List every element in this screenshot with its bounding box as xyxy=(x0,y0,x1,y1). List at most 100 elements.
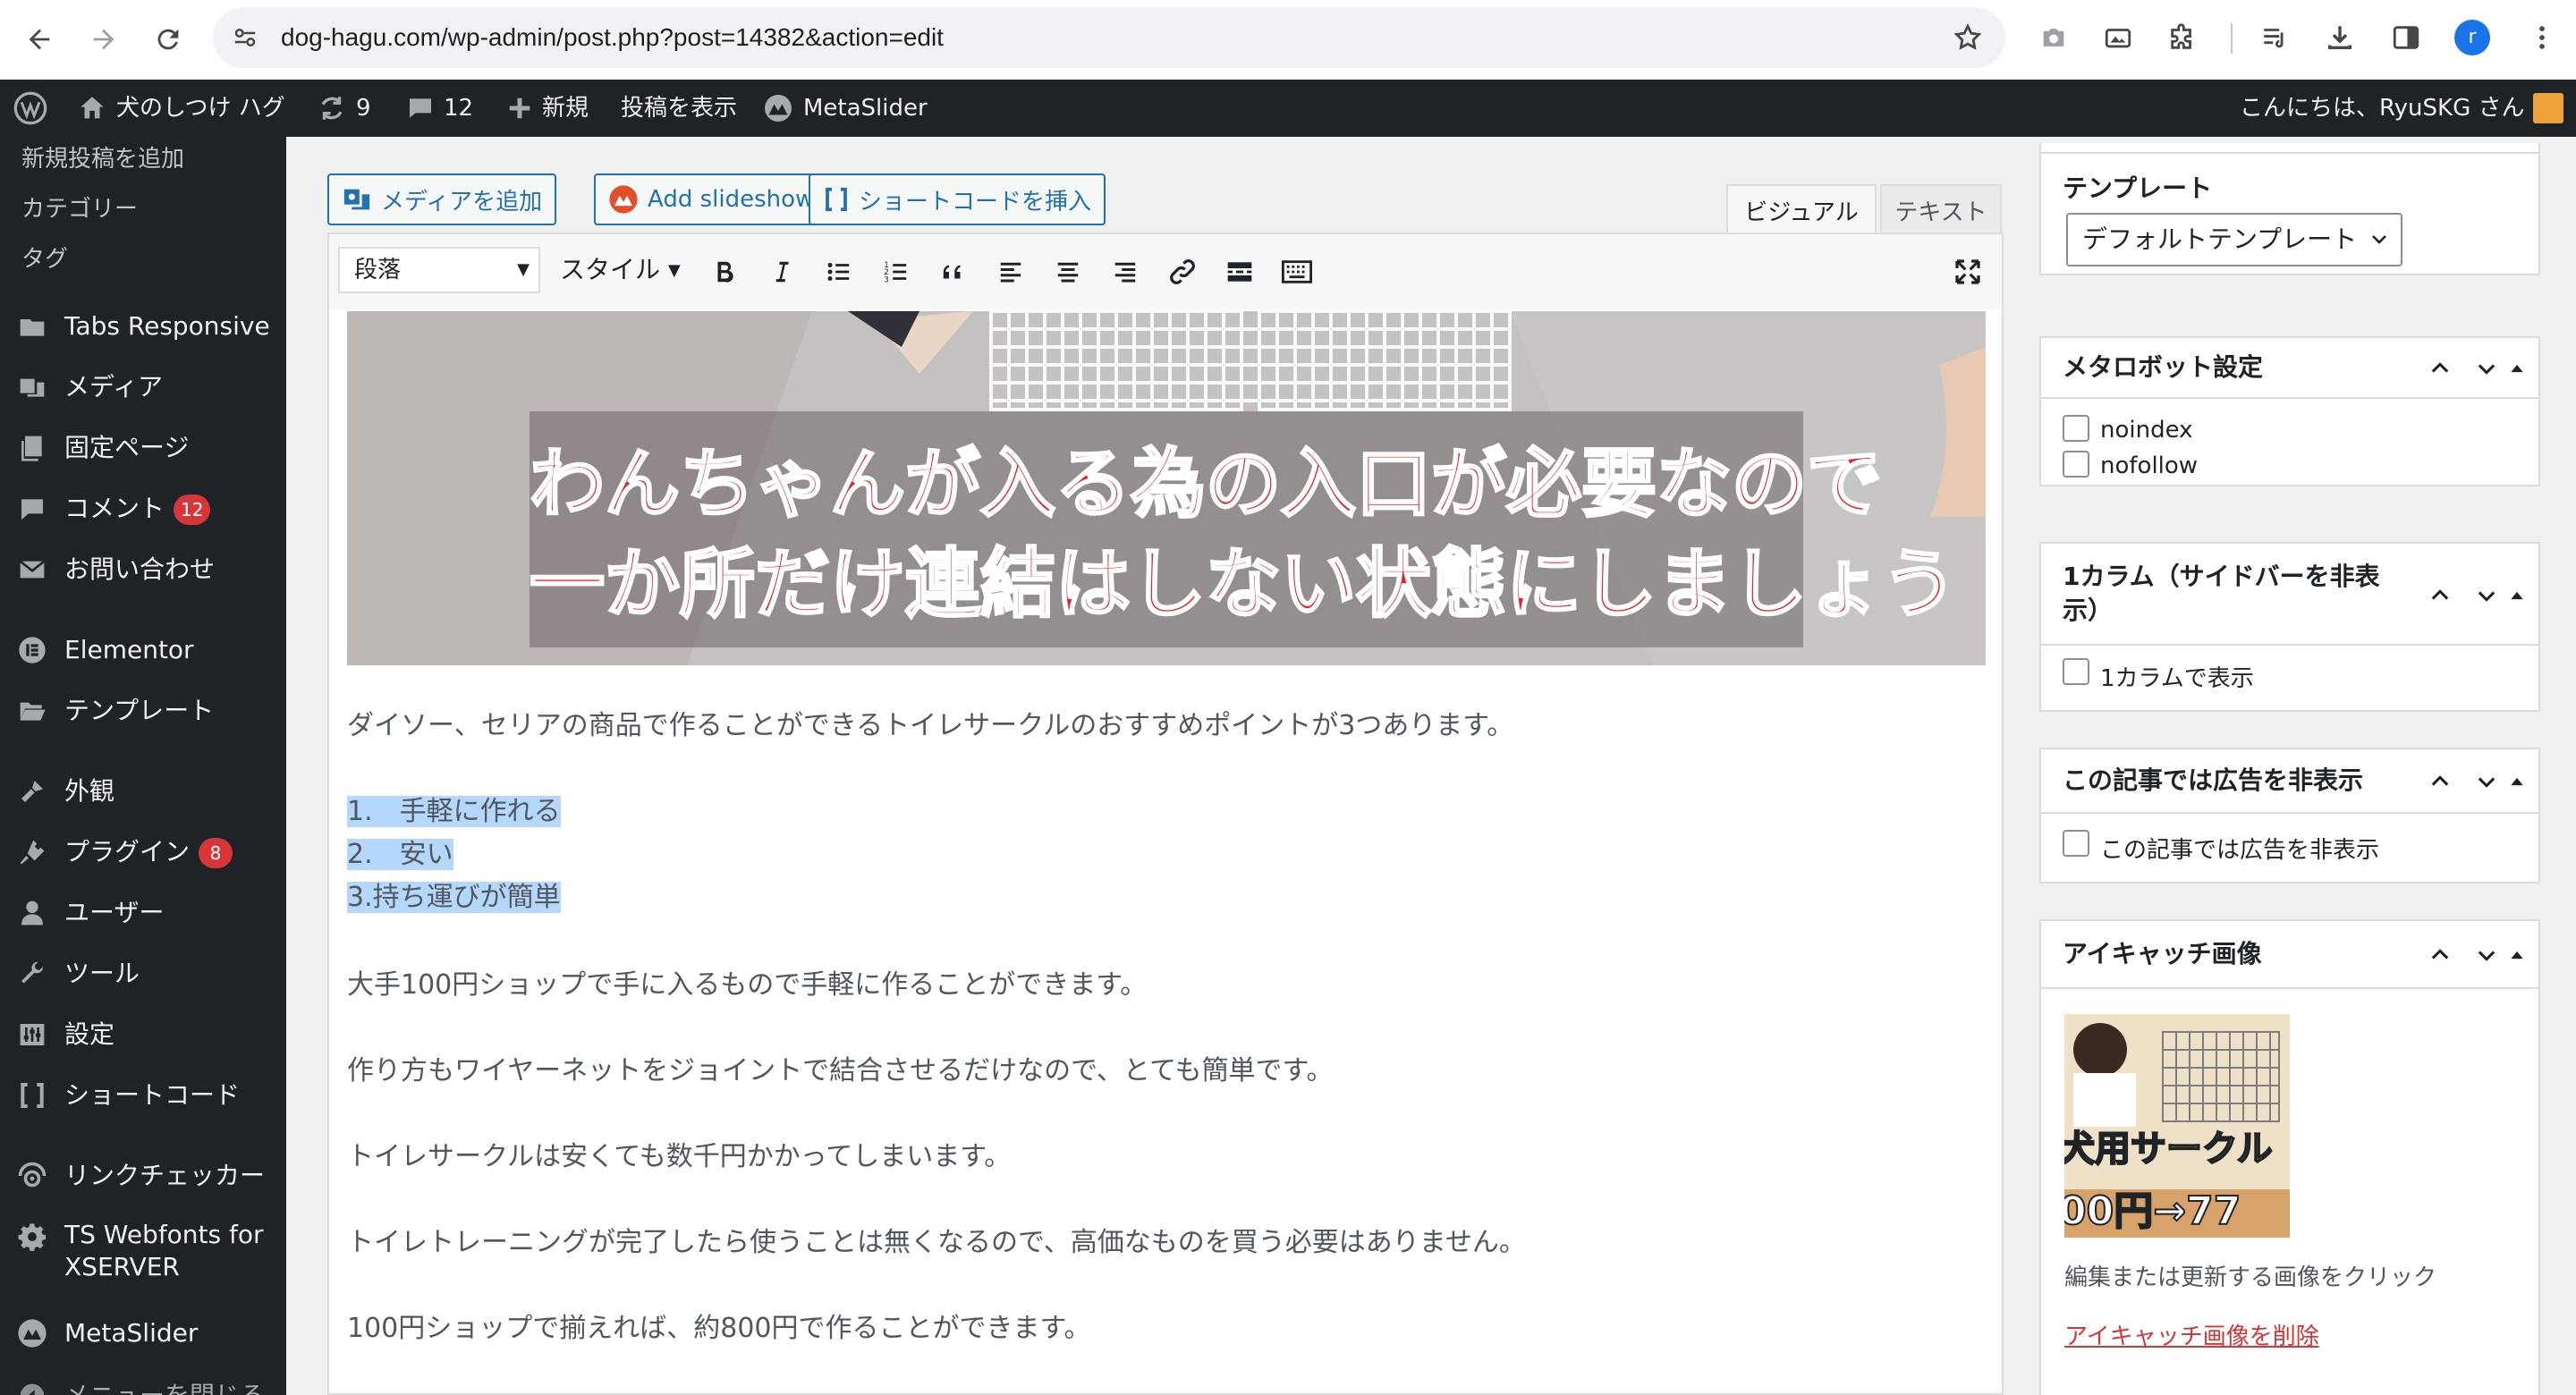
address-bar[interactable]: dog-hagu.com/wp-admin/post.php?post=1438… xyxy=(213,7,2005,68)
toggle-panel-icon[interactable] xyxy=(2499,351,2535,386)
settings-icon xyxy=(16,1019,48,1051)
featured-image-thumbnail[interactable]: 犬用サークル 00円→77 xyxy=(2064,1014,2290,1238)
nofollow-checkbox[interactable] xyxy=(2063,451,2089,478)
remove-featured-image-link[interactable]: アイキャッチ画像を削除 xyxy=(2064,1318,2319,1351)
toolbar-toggle-icon[interactable] xyxy=(1277,252,1317,292)
view-post-link[interactable]: 投稿を表示 xyxy=(621,80,737,137)
media-queue-icon[interactable] xyxy=(2256,18,2295,57)
home-icon xyxy=(80,97,104,119)
sidebar-item-elementor[interactable]: Elementor xyxy=(0,625,286,675)
sidebar-item-label: メニューを閉じる xyxy=(64,1380,265,1395)
updates-link[interactable]: 9 xyxy=(317,80,371,137)
sidebar-item-users[interactable]: ユーザー xyxy=(0,888,286,938)
sidebar-item-shortcode[interactable]: ショートコード xyxy=(0,1070,286,1120)
sidebar-item-plugins[interactable]: プラグイン 8 xyxy=(0,827,286,877)
reload-button[interactable] xyxy=(143,14,193,64)
updates-count: 9 xyxy=(356,95,371,122)
fullscreen-icon[interactable] xyxy=(1948,252,1987,292)
box-divider xyxy=(2041,152,2538,154)
comments-link[interactable]: 12 xyxy=(406,80,473,137)
submenu-add-new-post[interactable]: 新規投稿を追加 xyxy=(21,140,184,173)
chevron-up-icon[interactable] xyxy=(2422,937,2458,973)
editor-toolbar: 段落 ▼ スタイル ▼ 123 xyxy=(327,232,2004,311)
style-select[interactable]: スタイル ▼ xyxy=(560,247,681,293)
add-slideshow-button[interactable]: Add slideshow xyxy=(594,173,829,225)
media-icon xyxy=(16,371,48,403)
sidebar-item-appearance[interactable]: 外観 xyxy=(0,766,286,816)
profile-avatar[interactable]: r xyxy=(2454,20,2490,55)
sidebar-item-media[interactable]: メディア xyxy=(0,362,286,412)
box-divider xyxy=(2041,397,2538,399)
sidebar-item-metaslider[interactable]: MetaSlider xyxy=(0,1308,286,1358)
forward-button[interactable] xyxy=(79,14,129,64)
chevron-up-icon[interactable] xyxy=(2422,578,2458,613)
bookmark-star-icon[interactable] xyxy=(1950,20,1986,55)
submenu-categories[interactable]: カテゴリー xyxy=(21,190,138,224)
noindex-checkbox[interactable] xyxy=(2063,415,2089,442)
chevron-up-icon[interactable] xyxy=(2422,764,2458,799)
selected-text: 1. 手軽に作れる xyxy=(347,796,561,827)
toggle-panel-icon[interactable] xyxy=(2499,937,2535,973)
url-text: dog-hagu.com/wp-admin/post.php?post=1438… xyxy=(281,23,944,51)
camera-icon[interactable] xyxy=(2034,18,2073,57)
style-select-value: スタイル xyxy=(560,255,661,284)
sidebar-item-tabs-responsive[interactable]: Tabs Responsive xyxy=(0,301,286,351)
wordpress-logo-icon[interactable] xyxy=(13,80,48,137)
sidebar-item-ts-webfonts[interactable]: TS Webfonts for XSERVER xyxy=(0,1215,286,1290)
toggle-panel-icon[interactable] xyxy=(2499,578,2535,613)
tab-text[interactable]: テキスト xyxy=(1880,184,2002,234)
sidebar-item-templates[interactable]: テンプレート xyxy=(0,686,286,736)
download-icon[interactable] xyxy=(2320,18,2360,57)
sidebar-item-settings[interactable]: 設定 xyxy=(0,1010,286,1060)
sidebar-item-label: 外観 xyxy=(64,776,115,806)
featured-image-title: アイキャッチ画像 xyxy=(2063,939,2262,968)
numbered-list-icon[interactable]: 123 xyxy=(877,252,916,292)
sidebar-item-comments[interactable]: コメント 12 xyxy=(0,484,286,534)
sidebar-item-tools[interactable]: ツール xyxy=(0,949,286,999)
bold-icon[interactable] xyxy=(705,252,744,292)
read-more-icon[interactable] xyxy=(1220,252,1259,292)
sidebar-item-collapse[interactable]: メニューを閉じる xyxy=(0,1371,286,1395)
metaslider-label: MetaSlider xyxy=(803,95,928,122)
extensions-icon[interactable] xyxy=(2163,18,2202,57)
metaslider-link[interactable]: MetaSlider xyxy=(762,80,928,137)
image-caption-line1: わんちゃんが入る為の入口が必要なので xyxy=(529,439,1884,529)
bullet-list-icon[interactable] xyxy=(819,252,859,292)
sidebar-item-link-checker[interactable]: リンクチェッカー xyxy=(0,1151,286,1201)
format-select-value: 段落 xyxy=(354,257,402,283)
sidebar-item-contact[interactable]: お問い合わせ xyxy=(0,545,286,595)
side-panel-icon[interactable] xyxy=(2386,18,2426,57)
template-select[interactable]: デフォルトテンプレート xyxy=(2066,213,2402,266)
align-left-icon[interactable] xyxy=(991,252,1030,292)
align-center-icon[interactable] xyxy=(1048,252,1088,292)
toggle-panel-icon[interactable] xyxy=(2499,764,2535,799)
chevron-up-icon[interactable] xyxy=(2422,351,2458,386)
selected-text: 2. 安い xyxy=(347,839,453,870)
align-right-icon[interactable] xyxy=(1106,252,1145,292)
format-select[interactable]: 段落 ▼ xyxy=(338,247,540,293)
italic-icon[interactable] xyxy=(762,252,801,292)
box-divider xyxy=(2041,644,2538,646)
submenu-tags[interactable]: タグ xyxy=(21,241,68,274)
tab-visual[interactable]: ビジュアル xyxy=(1726,184,1877,234)
back-button[interactable] xyxy=(14,14,64,64)
reload-icon xyxy=(157,29,179,50)
thumbnail-caption-2: 00円→77 xyxy=(2064,1188,2241,1235)
insert-shortcode-button[interactable]: ショートコードを挿入 xyxy=(809,173,1106,225)
my-account-link[interactable]: こんにちは、RyuSKG さん xyxy=(2240,80,2564,137)
one-column-checkbox[interactable] xyxy=(2063,658,2089,685)
new-content-link[interactable]: 新規 xyxy=(506,80,589,137)
site-info-icon[interactable] xyxy=(229,21,261,54)
more-menu-icon[interactable] xyxy=(2522,18,2562,57)
blockquote-icon[interactable] xyxy=(934,252,973,292)
add-media-button[interactable]: メディアを追加 xyxy=(327,173,557,225)
link-icon[interactable] xyxy=(1163,252,1202,292)
hide-ads-checkbox[interactable] xyxy=(2063,830,2089,857)
sidebar-item-pages[interactable]: 固定ページ xyxy=(0,423,286,473)
metaslider-icon xyxy=(16,1317,48,1349)
editor-content-area[interactable]: わんちゃんが入る為の入口が必要なので 一か所だけ連結はしない状態にしましょう ダ… xyxy=(327,309,2004,1395)
media-icon xyxy=(343,189,370,210)
photos-icon[interactable] xyxy=(2098,18,2138,57)
site-name-link[interactable]: 犬のしつけ ハグ xyxy=(77,80,285,137)
post-image[interactable]: わんちゃんが入る為の入口が必要なので 一か所だけ連結はしない状態にしましょう xyxy=(347,311,1986,665)
